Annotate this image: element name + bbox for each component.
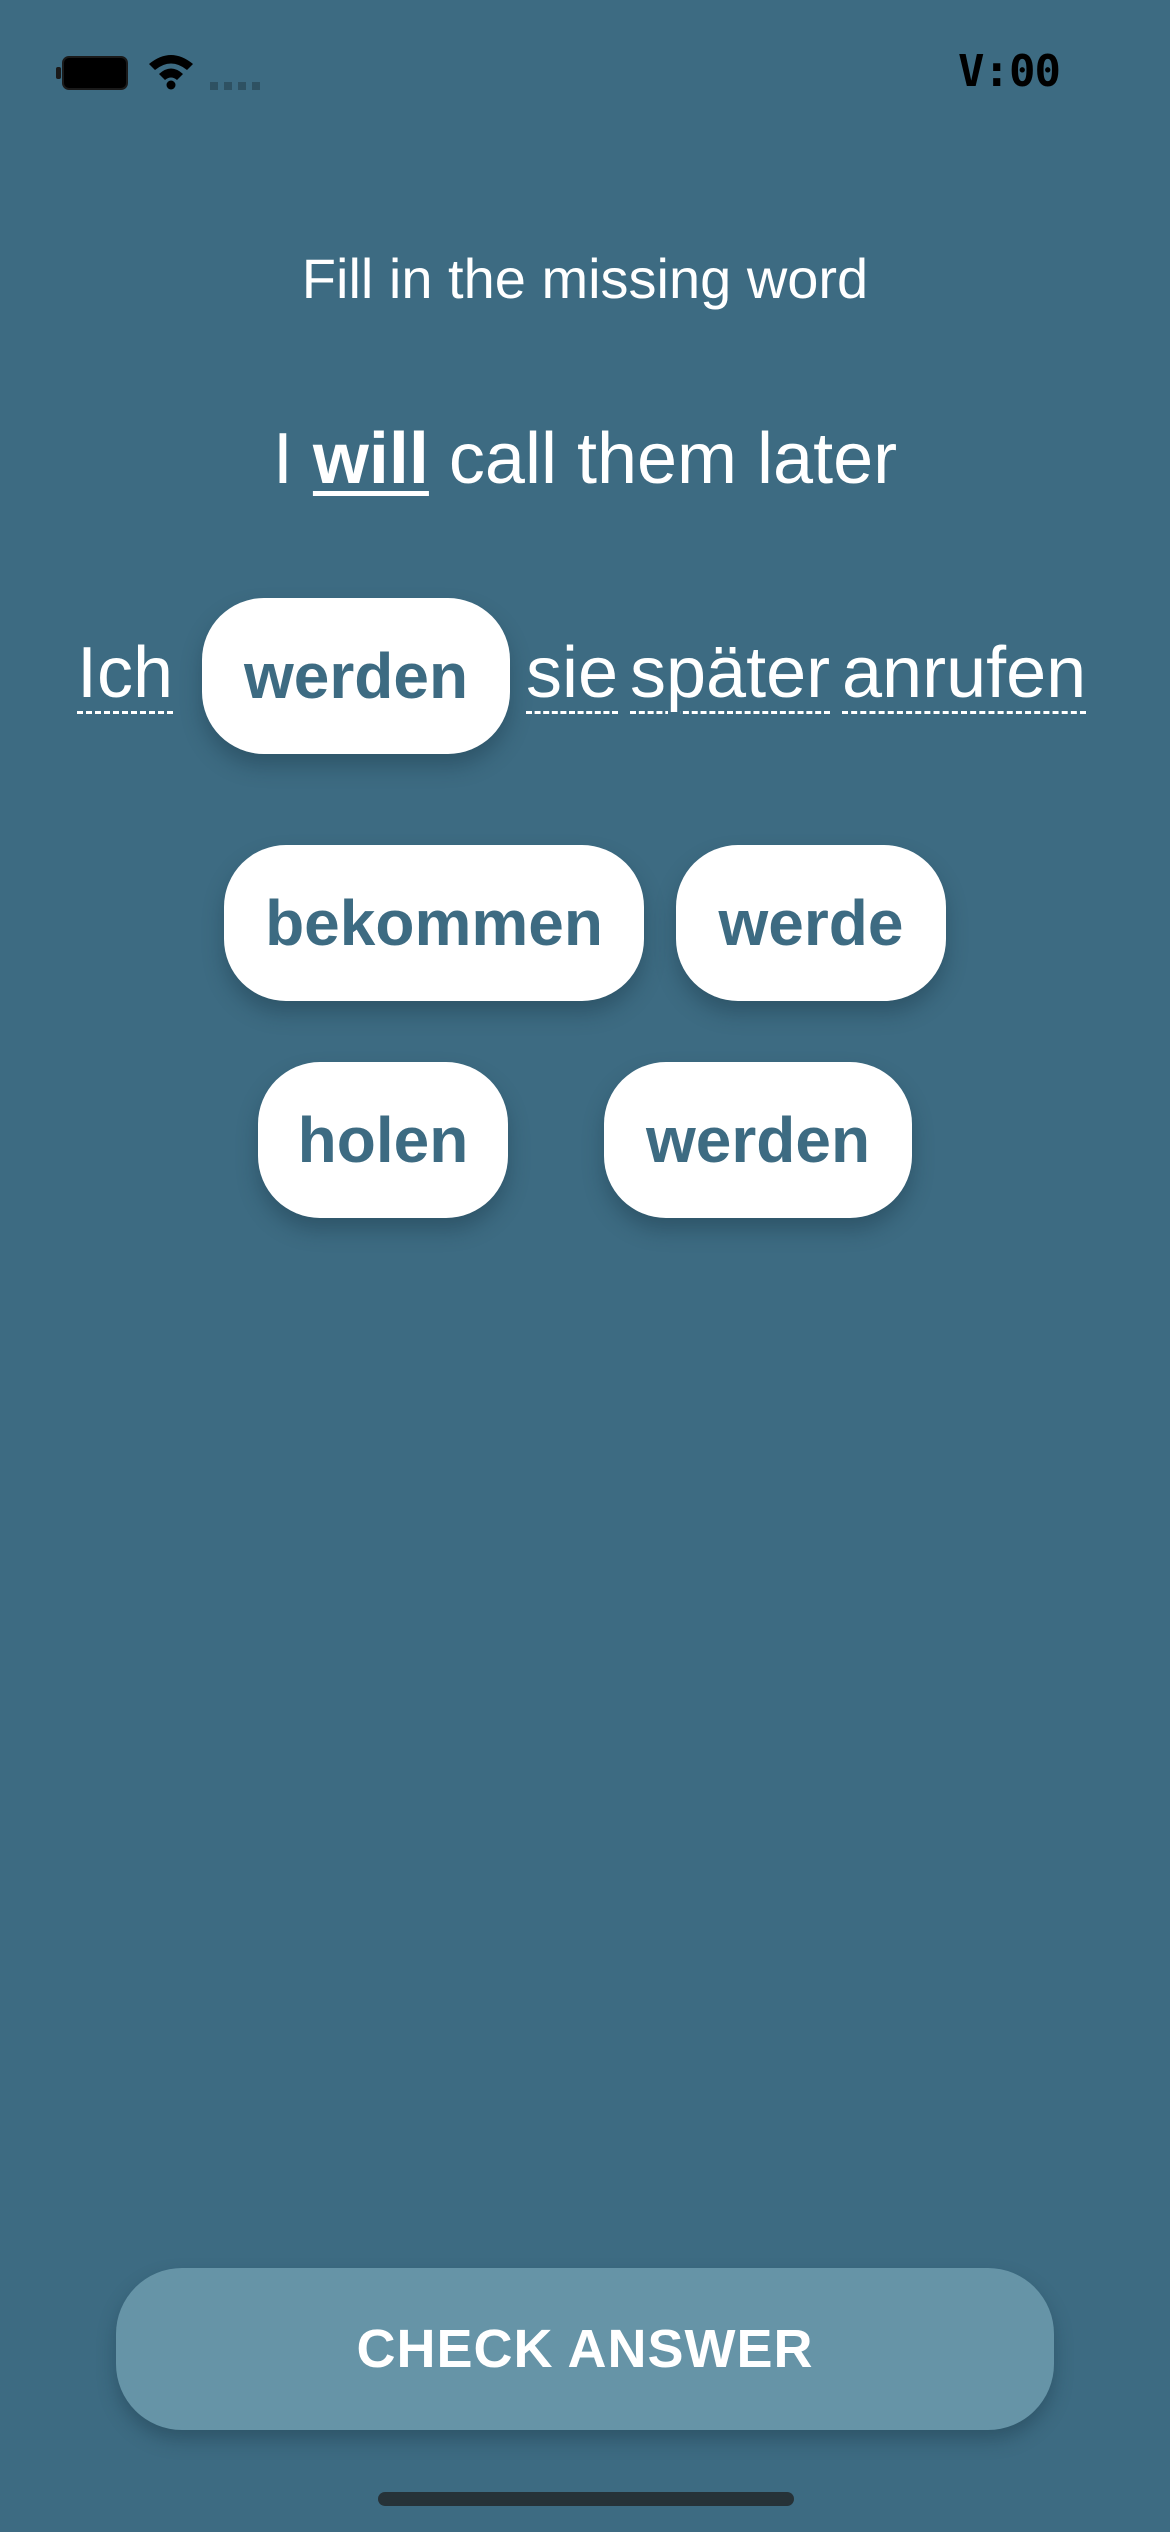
exercise-instruction: Fill in the missing word [301,247,869,310]
signal-icon [210,82,260,90]
battery-icon [56,56,128,90]
sentence-word-spaeter: später [630,633,831,713]
wifi-icon [149,55,193,90]
answer-slot-chip[interactable]: werden [202,598,510,754]
prompt-sentence: I will call them later [0,418,1170,500]
sentence-word-ich: Ich [77,633,174,713]
option-chip-bekommen[interactable]: bekommen [224,845,644,1001]
prompt-text-before: I [272,419,313,499]
option-chip-holen[interactable]: holen [258,1062,508,1218]
prompt-text-after: call them later [428,419,898,499]
status-time: V:00 [958,46,1061,97]
check-answer-button[interactable]: CHECK ANSWER [116,2268,1054,2430]
sentence-word-anrufen: anrufen [842,633,1087,713]
option-chip-werde[interactable]: werde [676,845,946,1001]
status-bar: V:00 [0,0,1170,140]
sentence-word-sie: sie [526,633,619,713]
prompt-keyword: will [312,419,429,499]
option-chip-werden[interactable]: werden [604,1062,912,1218]
home-indicator[interactable] [378,2492,794,2506]
